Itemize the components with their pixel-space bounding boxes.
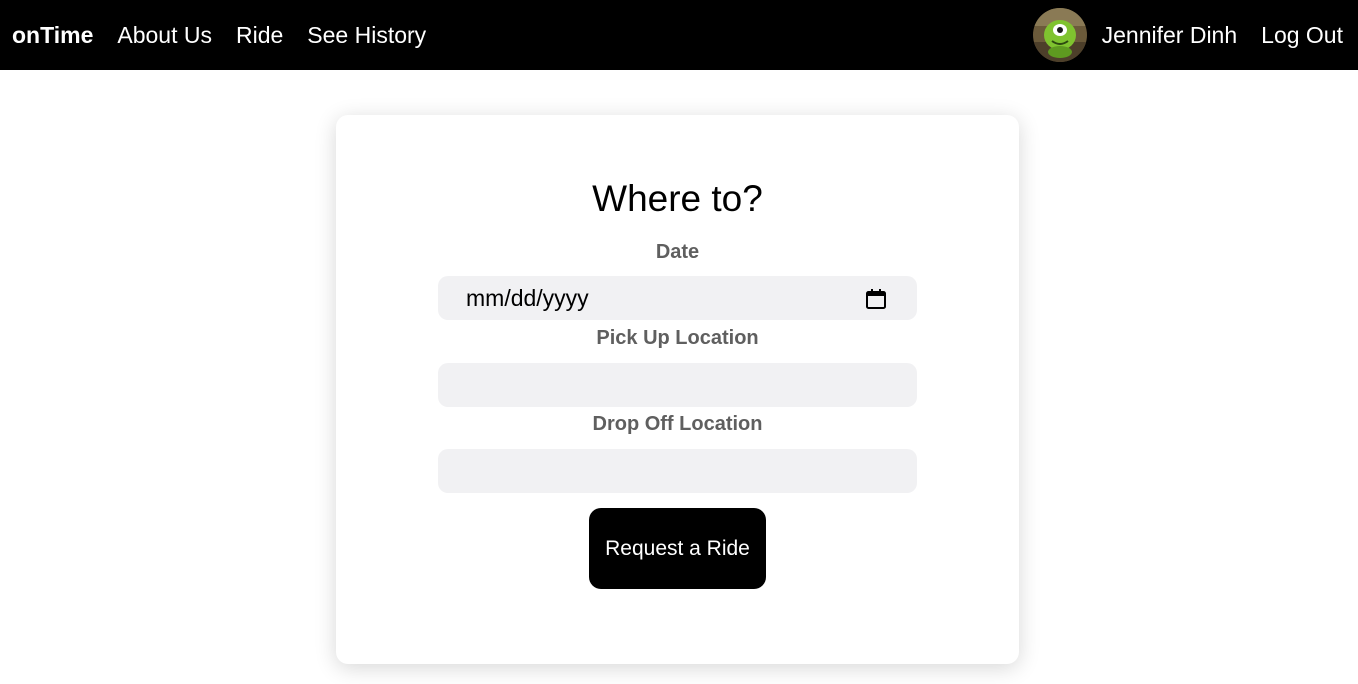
user-name[interactable]: Jennifer Dinh — [1102, 22, 1238, 49]
nav-link-see-history[interactable]: See History — [307, 22, 426, 49]
brand-logo[interactable]: onTime — [12, 22, 93, 49]
date-placeholder: mm/dd/yyyy — [466, 285, 589, 311]
dropoff-location-input[interactable] — [438, 449, 917, 493]
nav-link-ride[interactable]: Ride — [236, 22, 283, 49]
date-label: Date — [655, 241, 700, 263]
ride-request-card: Where to? Date mm/dd/yyyy Pick Up Locati… — [336, 115, 1019, 664]
pickup-label: Pick Up Location — [596, 327, 759, 349]
nav-right-group: Jennifer Dinh Log Out — [1032, 0, 1343, 70]
date-input[interactable]: mm/dd/yyyy — [438, 276, 917, 320]
dropoff-label: Drop Off Location — [592, 413, 763, 435]
calendar-icon[interactable] — [865, 288, 887, 310]
form-title: Where to? — [592, 178, 763, 219]
nav-left-group: onTime About Us Ride See History — [12, 0, 426, 70]
logout-link[interactable]: Log Out — [1261, 22, 1343, 49]
user-avatar[interactable] — [1032, 8, 1087, 62]
pickup-location-input[interactable] — [438, 363, 917, 407]
request-ride-button[interactable]: Request a Ride — [589, 508, 766, 589]
top-navbar: onTime About Us Ride See History Jennife… — [0, 0, 1358, 70]
nav-link-about-us[interactable]: About Us — [117, 22, 212, 49]
